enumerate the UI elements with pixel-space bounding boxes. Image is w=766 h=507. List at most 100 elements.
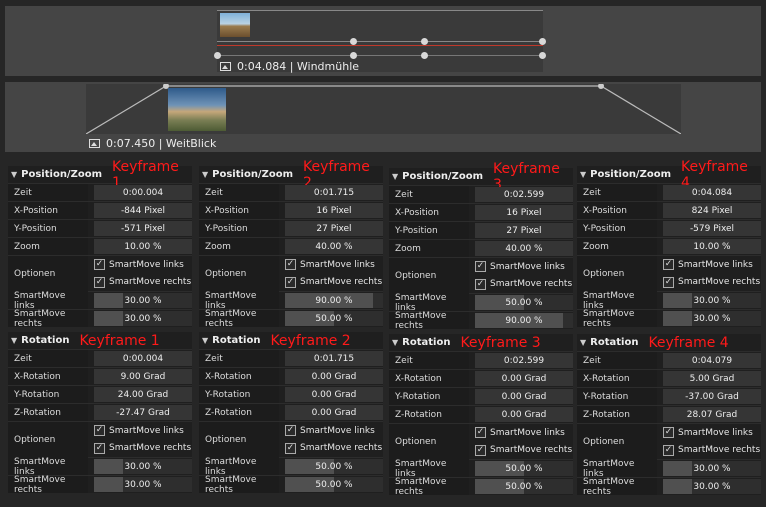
zeit-field[interactable]: 0:02.599 [475,187,573,202]
smartmove-links-slider[interactable]: 50.00 % [475,295,573,310]
smartmove-rechts-slider[interactable]: 30.00 % [663,311,761,326]
collapse-triangle-icon[interactable]: ▼ [580,338,586,347]
panel-header[interactable]: ▼ Rotation Keyframe 2 [199,332,383,349]
zoom-field[interactable]: 40.00 % [285,239,383,254]
checkbox-checked-icon: ✓ [475,261,486,273]
y-rotation-field[interactable]: -37.00 Grad [663,389,761,404]
smartmove-rechts-slider[interactable]: 50.00 % [285,477,383,492]
smartmove-rechts-checkbox[interactable]: ✓ SmartMove rechts [94,276,192,288]
x-position-field[interactable]: 16 Pixel [285,203,383,218]
smartmove-rechts-value: 30.00 % [693,314,731,324]
collapse-triangle-icon[interactable]: ▼ [392,172,398,181]
x-position-field[interactable]: 824 Pixel [663,203,761,218]
keyframe-handle[interactable] [539,38,546,45]
smartmove-rechts-slider[interactable]: 30.00 % [663,479,761,494]
collapse-triangle-icon[interactable]: ▼ [202,336,208,345]
collapse-triangle-icon[interactable]: ▼ [580,170,586,179]
smartmove-links-checkbox[interactable]: ✓ SmartMove links [475,427,573,439]
x-rotation-field[interactable]: 0.00 Grad [285,369,383,384]
smartmove-links-checkbox[interactable]: ✓ SmartMove links [94,425,192,437]
zeit-field[interactable]: 0:00.004 [94,185,192,200]
y-position-field[interactable]: -579 Pixel [663,221,761,236]
panel-header[interactable]: ▼ Position/Zoom Keyframe 3 [389,161,573,193]
smartmove-rechts-slider[interactable]: 50.00 % [285,311,383,326]
smartmove-rechts-slider[interactable]: 30.00 % [94,477,192,492]
smartmove-links-checkbox[interactable]: ✓ SmartMove links [663,427,761,439]
y-position-field[interactable]: 27 Pixel [475,223,573,238]
smartmove-links-checkbox[interactable]: ✓ SmartMove links [94,259,192,271]
checkbox-label: SmartMove links [300,425,375,436]
smartmove-links-checkbox[interactable]: ✓ SmartMove links [285,425,383,437]
zeit-field[interactable]: 0:02.599 [475,353,573,368]
z-rotation-field[interactable]: 0.00 Grad [475,407,573,422]
z-rotation-field[interactable]: -27.47 Grad [94,405,192,420]
z-rotation-field[interactable]: 28.07 Grad [663,407,761,422]
zeit-field[interactable]: 0:01.715 [285,351,383,366]
x-rotation-field[interactable]: 9.00 Grad [94,369,192,384]
smartmove-links-row: SmartMove links 50.00 % [389,459,573,479]
panel-header[interactable]: ▼ Rotation Keyframe 4 [577,334,761,351]
checkbox-checked-icon: ✓ [475,444,486,456]
panel-header[interactable]: ▼ Rotation Keyframe 3 [389,334,573,351]
keyframe-handle[interactable] [539,52,546,59]
x-position-field[interactable]: 16 Pixel [475,205,573,220]
smartmove-links-slider[interactable]: 30.00 % [663,293,761,308]
smartmove-links-slider[interactable]: 50.00 % [475,461,573,476]
smartmove-rechts-checkbox[interactable]: ✓ SmartMove rechts [285,442,383,454]
collapse-triangle-icon[interactable]: ▼ [392,338,398,347]
zeit-field[interactable]: 0:01.715 [285,185,383,200]
panel-header[interactable]: ▼ Rotation Keyframe 1 [8,332,192,349]
y-position-field[interactable]: 27 Pixel [285,221,383,236]
keyframe-handle[interactable] [421,52,428,59]
zeit-field[interactable]: 0:04.079 [663,353,761,368]
zoom-field[interactable]: 10.00 % [94,239,192,254]
keyframe-handle[interactable] [350,38,357,45]
y-rotation-label: Y-Rotation [389,388,469,405]
zoom-field[interactable]: 10.00 % [663,239,761,254]
panel-header[interactable]: ▼ Position/Zoom Keyframe 1 [8,159,192,191]
x-rotation-field[interactable]: 5.00 Grad [663,371,761,386]
collapse-triangle-icon[interactable]: ▼ [202,170,208,179]
keyframe-handle[interactable] [350,52,357,59]
smartmove-links-slider[interactable]: 50.00 % [285,459,383,474]
checkbox-checked-icon: ✓ [285,276,296,288]
smartmove-links-slider[interactable]: 30.00 % [94,459,192,474]
y-rotation-field[interactable]: 0.00 Grad [475,389,573,404]
x-rotation-field[interactable]: 0.00 Grad [475,371,573,386]
zoom-field[interactable]: 40.00 % [475,241,573,256]
smartmove-links-slider[interactable]: 90.00 % [285,293,383,308]
position-zoom-panel: ▼ Position/Zoom Keyframe 1 Zeit 0:00.004… [8,159,192,329]
y-rotation-field[interactable]: 0.00 Grad [285,387,383,402]
x-position-field[interactable]: -844 Pixel [94,203,192,218]
zeit-field[interactable]: 0:04.084 [663,185,761,200]
smartmove-links-checkbox[interactable]: ✓ SmartMove links [475,261,573,273]
checkbox-checked-icon: ✓ [663,444,674,456]
y-rotation-field[interactable]: 24.00 Grad [94,387,192,402]
keyframe-handle[interactable] [421,38,428,45]
collapse-triangle-icon[interactable]: ▼ [11,170,17,179]
smartmove-links-slider[interactable]: 30.00 % [94,293,192,308]
smartmove-rechts-checkbox[interactable]: ✓ SmartMove rechts [663,276,761,288]
smartmove-rechts-slider[interactable]: 30.00 % [94,311,192,326]
clip-label: 0:07.450 | WeitBlick [89,137,216,150]
smartmove-rechts-checkbox[interactable]: ✓ SmartMove rechts [663,444,761,456]
smartmove-rechts-slider[interactable]: 50.00 % [475,479,573,494]
zeit-field[interactable]: 0:00.004 [94,351,192,366]
keyframe-handle[interactable] [214,52,221,59]
smartmove-rechts-checkbox[interactable]: ✓ SmartMove rechts [475,278,573,290]
smartmove-rechts-checkbox[interactable]: ✓ SmartMove rechts [285,276,383,288]
smartmove-links-slider[interactable]: 30.00 % [663,461,761,476]
y-position-field[interactable]: -571 Pixel [94,221,192,236]
panel-header[interactable]: ▼ Position/Zoom Keyframe 4 [577,159,761,191]
smartmove-links-checkbox[interactable]: ✓ SmartMove links [285,259,383,271]
clip-weitblick[interactable]: 0:07.450 | WeitBlick [86,84,681,150]
smartmove-rechts-checkbox[interactable]: ✓ SmartMove rechts [94,442,192,454]
y-rotation-row: Y-Rotation -37.00 Grad [577,387,761,405]
clip-windmuehle[interactable]: 0:04.084 | Windmühle [214,10,546,73]
panel-header[interactable]: ▼ Position/Zoom Keyframe 2 [199,159,383,191]
collapse-triangle-icon[interactable]: ▼ [11,336,17,345]
smartmove-rechts-slider[interactable]: 90.00 % [475,313,573,328]
smartmove-links-checkbox[interactable]: ✓ SmartMove links [663,259,761,271]
smartmove-rechts-checkbox[interactable]: ✓ SmartMove rechts [475,444,573,456]
z-rotation-field[interactable]: 0.00 Grad [285,405,383,420]
